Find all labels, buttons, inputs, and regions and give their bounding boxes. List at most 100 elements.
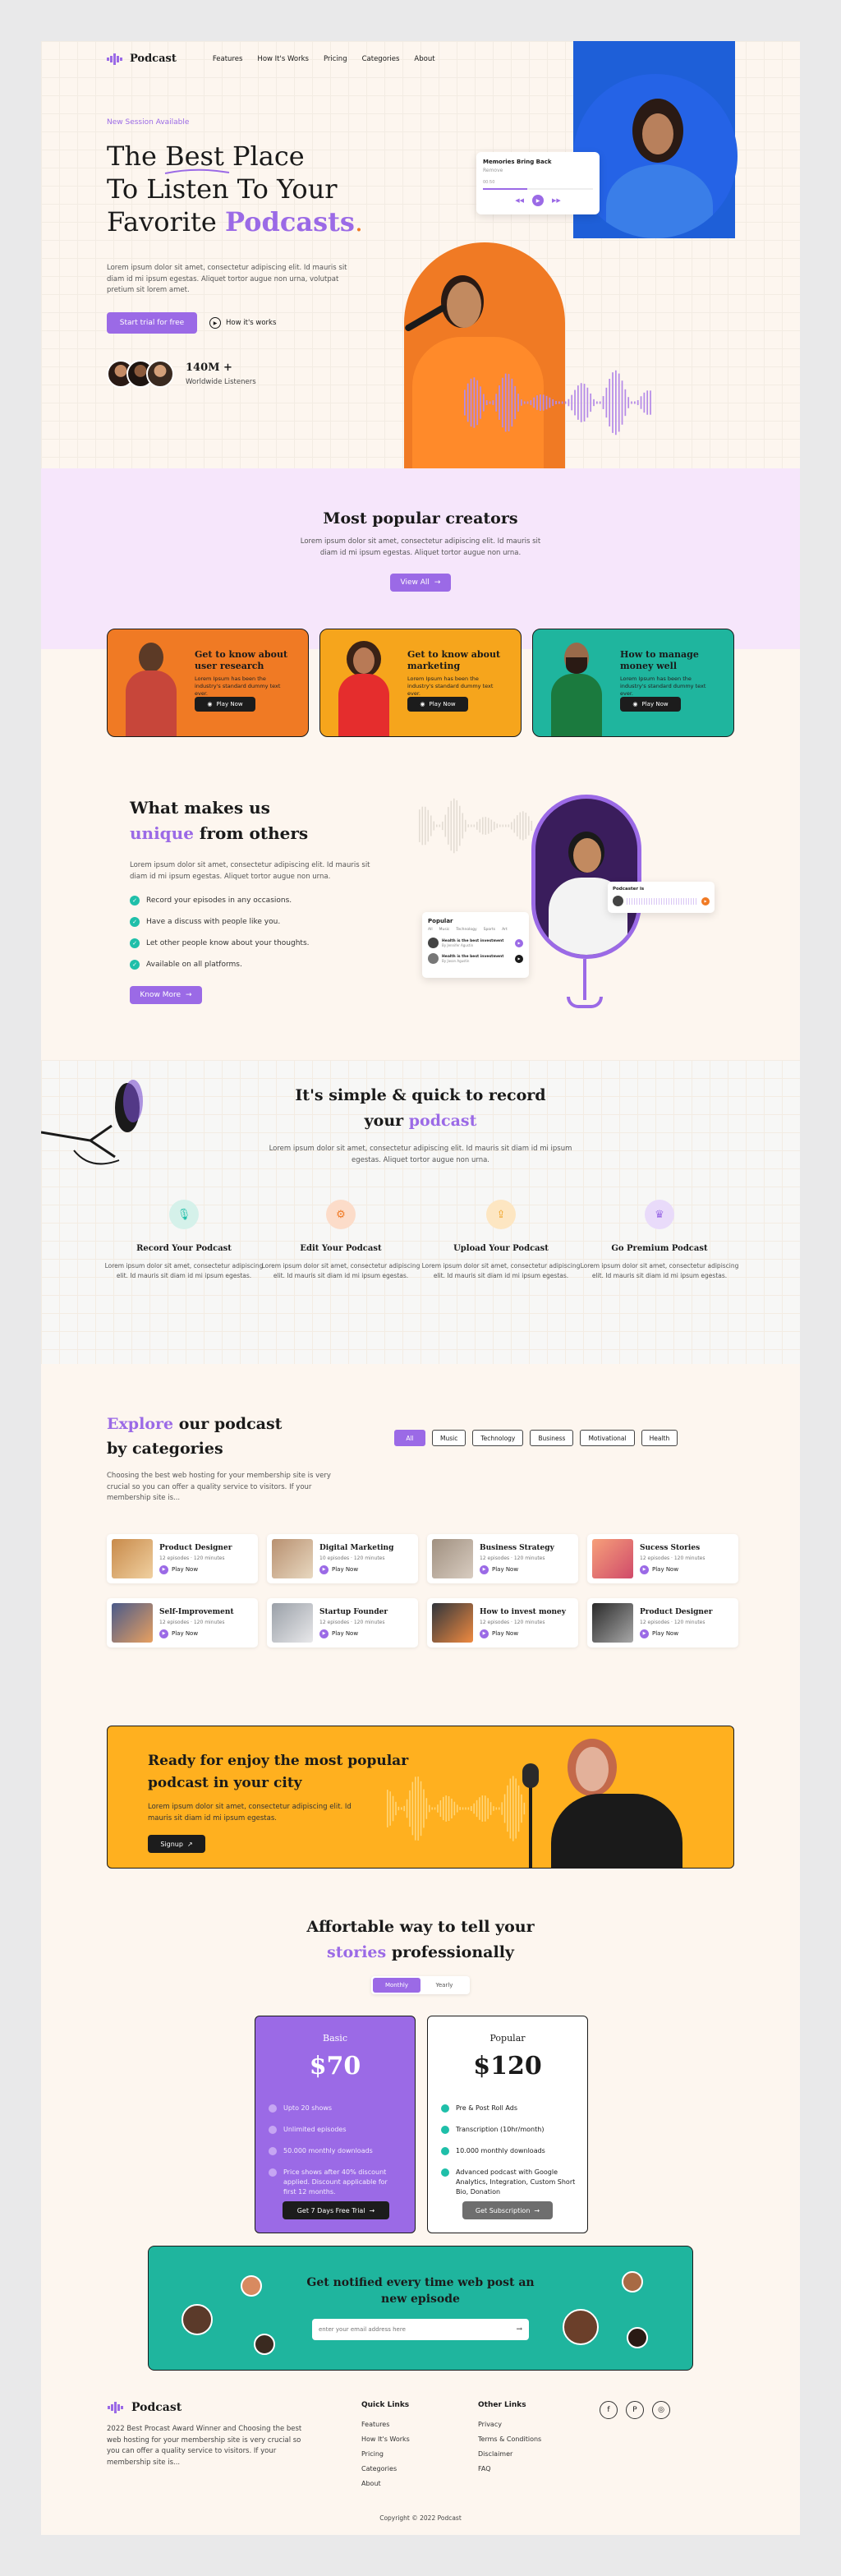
nav-about[interactable]: About: [414, 55, 434, 63]
podcast-play[interactable]: ▶ Play Now: [319, 1629, 388, 1638]
hero-title-best-text: Best: [165, 141, 224, 172]
wave-bar: [526, 401, 529, 404]
footer-link[interactable]: About: [361, 2480, 410, 2487]
podcast-play[interactable]: ▶ Play Now: [159, 1629, 234, 1638]
podcast-thumbnail: [112, 1603, 153, 1643]
prev-icon[interactable]: ◀◀: [515, 197, 524, 204]
play-icon[interactable]: ▶: [515, 938, 523, 947]
instagram-icon[interactable]: ◎: [652, 2401, 670, 2419]
wave-bar: [443, 1796, 444, 1821]
wave-bar: [445, 1795, 447, 1822]
wave-bar: [505, 824, 507, 827]
nav-categories[interactable]: Categories: [362, 55, 400, 63]
pinterest-icon[interactable]: P: [626, 2401, 644, 2419]
arrow-right-icon[interactable]: →: [516, 2325, 522, 2334]
creator-card[interactable]: How to manage money well Lorem Ipsum has…: [532, 629, 734, 737]
popular-item[interactable]: Health is the best investment By Jennife…: [428, 938, 523, 948]
toggle-yearly[interactable]: Yearly: [420, 1978, 468, 1993]
filter-health[interactable]: Health: [641, 1430, 678, 1446]
toggle-monthly[interactable]: Monthly: [373, 1978, 420, 1993]
creator-card[interactable]: Get to know about marketing Lorem Ipsum …: [319, 629, 522, 737]
filter-motivational[interactable]: Motivational: [580, 1430, 635, 1446]
podcast-info: Self-Improvement 12 episodes · 120 minute…: [159, 1608, 234, 1638]
how-it-works-link[interactable]: ▶ How it's works: [209, 312, 276, 334]
podcast-info: How to invest money 12 episodes · 120 min…: [480, 1608, 566, 1638]
nav-features[interactable]: Features: [213, 55, 243, 63]
podcast-card[interactable]: Business Strategy 12 episodes · 120 minut…: [427, 1534, 578, 1583]
wave-bar: [530, 400, 532, 405]
filter-all[interactable]: All: [394, 1430, 425, 1446]
creator-card[interactable]: Get to know about user research Lorem Ip…: [107, 629, 309, 737]
podcast-card[interactable]: Digital Marketing 10 episodes · 120 minut…: [267, 1534, 418, 1583]
start-trial-button[interactable]: Start trial for free: [107, 312, 197, 334]
footer-link[interactable]: Pricing: [361, 2450, 410, 2458]
know-more-button[interactable]: Know More →: [130, 986, 202, 1004]
footer-link[interactable]: Terms & Conditions: [478, 2435, 541, 2443]
podcast-card[interactable]: Sucess Stories 12 episodes · 120 minutes ▶…: [587, 1534, 738, 1583]
email-input[interactable]: [319, 2326, 517, 2333]
wave-bar: [437, 1804, 439, 1813]
footer-link[interactable]: Privacy: [478, 2421, 541, 2428]
podcast-play[interactable]: ▶ Play Now: [640, 1629, 712, 1638]
play-circle-icon: ◉: [420, 701, 425, 707]
view-all-button[interactable]: View All →: [390, 574, 451, 592]
podcast-card[interactable]: Startup Founder 12 episodes · 120 minutes…: [267, 1598, 418, 1647]
filter-technology[interactable]: Technology: [472, 1430, 524, 1446]
footer-link[interactable]: Features: [361, 2421, 410, 2428]
next-icon[interactable]: ▶▶: [552, 197, 561, 204]
logo-icon: [107, 53, 122, 65]
player-progress[interactable]: [483, 188, 593, 190]
wave-bar: [522, 811, 524, 841]
arrow-right-icon: →: [186, 991, 192, 999]
wave-bar: [564, 401, 567, 404]
podcast-play[interactable]: ▶ Play Now: [319, 1564, 393, 1574]
banner-desc: Lorem ipsum dolor sit amet, consectetur …: [148, 1803, 352, 1823]
pricing-title-highlight: stories: [327, 1943, 387, 1961]
get-subscription-button[interactable]: Get Subscription →: [462, 2201, 553, 2219]
footer-link[interactable]: Disclaimer: [478, 2450, 541, 2458]
podcast-play[interactable]: ▶ Play Now: [640, 1564, 705, 1574]
wave-bar: [409, 1790, 411, 1827]
logo[interactable]: Podcast: [107, 53, 177, 65]
play-now-button[interactable]: ◉ Play Now: [407, 697, 468, 712]
step-title: Edit Your Podcast: [300, 1244, 382, 1253]
play-now-label: Play Now: [332, 1566, 359, 1573]
play-button[interactable]: ▶: [532, 195, 544, 206]
wave-bar: [545, 395, 548, 410]
footer-link[interactable]: FAQ: [478, 2465, 541, 2472]
popular-tab[interactable]: Art: [502, 928, 508, 932]
wave-bar: [517, 815, 518, 836]
podcast-card[interactable]: How to invest money 12 episodes · 120 min…: [427, 1598, 578, 1647]
nav-how-it-works[interactable]: How It's Works: [257, 55, 309, 63]
podcast-card[interactable]: Product Designer 12 episodes · 120 minute…: [587, 1598, 738, 1647]
play-icon[interactable]: ▶: [701, 896, 710, 906]
podcast-card[interactable]: Product Designer 12 episodes · 120 minute…: [107, 1534, 258, 1583]
popular-tab[interactable]: Technology: [456, 928, 476, 932]
footer-link[interactable]: How It's Works: [361, 2435, 410, 2443]
footer-link[interactable]: Categories: [361, 2465, 410, 2472]
feature-item: ✓ Available on all platforms.: [130, 960, 310, 970]
popular-item[interactable]: Health is the best investment By Jason A…: [428, 953, 523, 964]
popular-tab[interactable]: Sports: [484, 928, 495, 932]
popular-tab[interactable]: All: [428, 928, 433, 932]
play-now-button[interactable]: ◉ Play Now: [195, 697, 255, 712]
filter-music[interactable]: Music: [432, 1430, 466, 1446]
filter-business[interactable]: Business: [530, 1430, 574, 1446]
wave-bar: [609, 378, 611, 427]
plan-price: $70: [309, 2052, 361, 2081]
nav-pricing[interactable]: Pricing: [324, 55, 347, 63]
popular-tab[interactable]: Music: [439, 928, 450, 932]
free-trial-button[interactable]: Get 7 Days Free Trial →: [283, 2201, 389, 2219]
play-icon[interactable]: ▶: [515, 954, 523, 963]
bullet-icon: [269, 2104, 277, 2113]
podcast-card[interactable]: Self-Improvement 12 episodes · 120 minute…: [107, 1598, 258, 1647]
wave-bar: [479, 818, 481, 833]
podcast-play[interactable]: ▶ Play Now: [480, 1564, 554, 1574]
signup-button[interactable]: Signup ↗: [148, 1835, 205, 1853]
facebook-icon[interactable]: f: [600, 2401, 618, 2419]
play-now-label: Play Now: [332, 1630, 359, 1637]
podcast-play[interactable]: ▶ Play Now: [480, 1629, 566, 1638]
play-now-button[interactable]: ◉ Play Now: [620, 697, 681, 712]
footer-logo[interactable]: Podcast: [107, 2401, 182, 2414]
podcast-play[interactable]: ▶ Play Now: [159, 1564, 232, 1574]
